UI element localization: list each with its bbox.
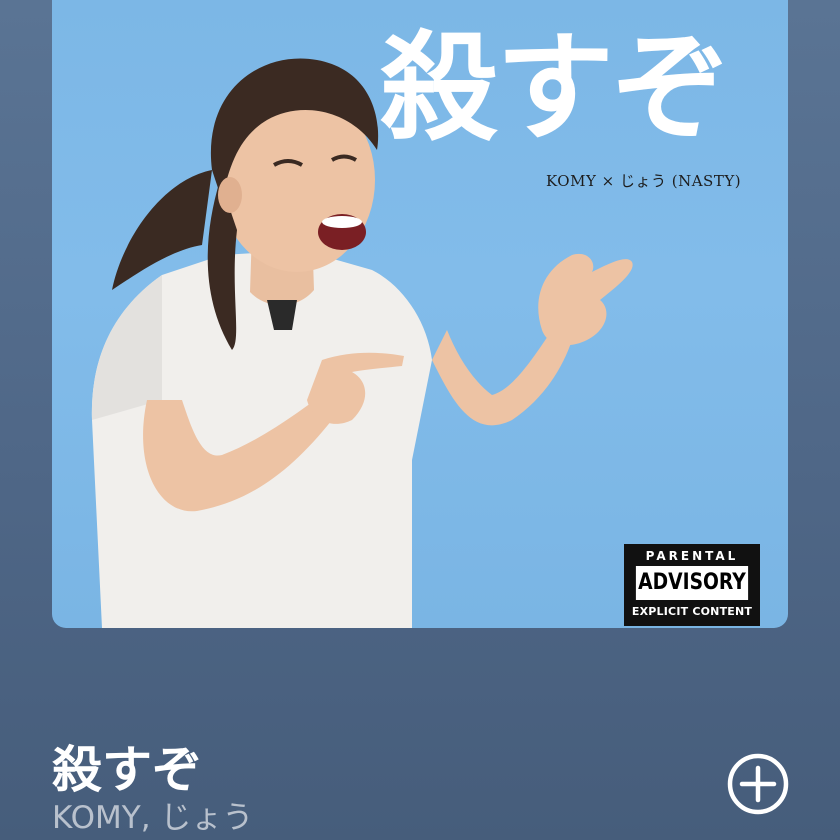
track-artists[interactable]: KOMY, じょう <box>52 792 652 837</box>
album-cover: 殺すぞ KOMY × じょう (NASTY) PARENTAL ADVISORY… <box>52 0 788 628</box>
cover-credit: KOMY × じょう (NASTY) <box>546 172 742 190</box>
plus-circle-icon <box>727 753 789 815</box>
advisory-bottom-text: EXPLICIT CONTENT <box>631 605 753 618</box>
advisory-middle-text: ADVISORY <box>635 566 749 600</box>
add-to-library-button[interactable] <box>726 752 790 816</box>
cover-title: 殺すぞ <box>380 19 730 157</box>
advisory-top-text: PARENTAL <box>645 549 739 563</box>
parental-advisory-label: PARENTAL ADVISORY EXPLICIT CONTENT <box>624 544 760 626</box>
